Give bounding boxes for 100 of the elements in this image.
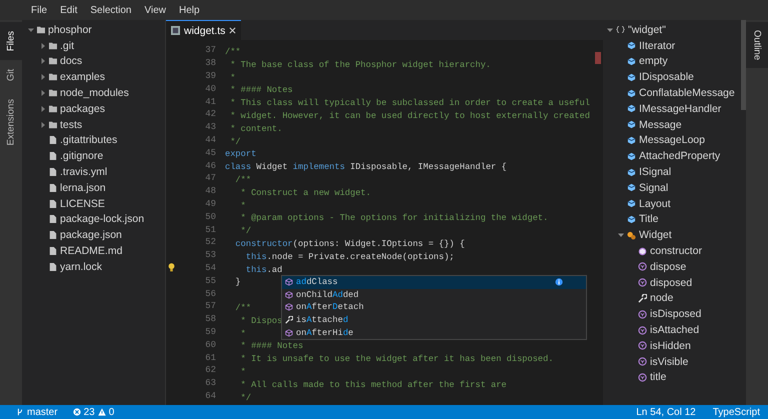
outline-item[interactable]: isVisible [650, 356, 688, 368]
menu-item[interactable]: File [31, 4, 48, 16]
line-number: 59 [204, 326, 216, 337]
outline-item[interactable]: IIterator [639, 40, 676, 52]
module-icon [627, 72, 636, 82]
code-line: * [229, 72, 236, 83]
close-icon[interactable] [229, 27, 236, 34]
sidebar-tab[interactable]: Files [0, 22, 22, 60]
file-tree-item[interactable]: lerna.json [60, 182, 106, 194]
outline-item[interactable]: IDisposable [639, 71, 694, 84]
code-line: /** [234, 174, 252, 185]
line-number: 47 [204, 173, 216, 184]
line-number: 53 [204, 250, 216, 260]
warning-count[interactable]: 0 [108, 406, 114, 418]
chevron-down-icon[interactable] [28, 26, 34, 33]
outline-item[interactable]: title [650, 371, 666, 384]
code-line: * [240, 328, 246, 339]
file-tree-item[interactable]: package.json [60, 229, 122, 242]
branch-name[interactable]: master [27, 406, 58, 418]
file-tree-item[interactable]: package-lock.json [60, 213, 144, 226]
wrench-icon [638, 294, 647, 303]
menu-item[interactable]: Edit [60, 4, 78, 16]
cube-icon [638, 341, 647, 350]
line-number: 38 [204, 58, 216, 68]
code-line: * #### Notes [240, 341, 304, 352]
outline-item[interactable]: constructor [650, 245, 702, 258]
file-tree-item[interactable]: node_modules [60, 87, 129, 100]
outline-item[interactable]: ISignal [639, 166, 672, 178]
cube-icon [285, 290, 293, 299]
file-tree-item[interactable]: docs [60, 55, 82, 68]
cube-icon [638, 357, 647, 366]
suggestion-item[interactable]: onAfterHide [282, 326, 586, 339]
menu-item[interactable]: Help [179, 4, 200, 16]
cursor-position[interactable]: Ln 54, Col 12 [636, 406, 696, 418]
outline-tab[interactable]: Outline [746, 22, 768, 68]
line-number: 49 [204, 198, 216, 209]
chevron-right-icon[interactable] [40, 90, 46, 96]
outline-item[interactable]: Widget [639, 229, 672, 242]
outline-item[interactable]: ConflatableMessage [639, 87, 735, 100]
outline-item[interactable]: AttachedProperty [639, 150, 720, 162]
code-line: * #### Notes [229, 85, 293, 96]
chevron-right-icon[interactable] [40, 74, 46, 80]
outline-item[interactable]: isDisposed [650, 308, 702, 320]
warning-icon [98, 408, 106, 416]
editor-tab[interactable]: widget.ts [166, 20, 242, 40]
cube-icon [638, 372, 647, 382]
code-line: this.node = Private.createNode(options); [244, 252, 454, 262]
chevron-right-icon[interactable] [40, 58, 46, 64]
chevron-right-icon[interactable] [40, 42, 46, 49]
language-mode[interactable]: TypeScript [712, 406, 760, 418]
outline-item[interactable]: Title [639, 213, 658, 226]
outline-item[interactable]: Layout [639, 198, 671, 210]
lightbulb-icon[interactable] [168, 263, 174, 272]
code-line: * [240, 200, 246, 211]
sidebar-tab[interactable]: Git [0, 60, 22, 90]
line-number: 54 [204, 262, 216, 273]
file-tree-item[interactable]: phosphor [48, 24, 92, 36]
file-tree-item[interactable]: .git [60, 40, 74, 52]
file-tree-item[interactable]: LICENSE [60, 198, 105, 210]
line-number: 45 [204, 148, 216, 158]
outline-item[interactable]: isAttached [650, 324, 700, 336]
outline-item[interactable]: MessageLoop [639, 134, 705, 146]
suggestion-item[interactable]: addClass [282, 276, 586, 289]
outline-item[interactable]: Signal [639, 182, 668, 194]
chevron-down-icon[interactable] [618, 232, 624, 238]
line-number: 56 [204, 288, 216, 299]
sidebar-tab[interactable]: Extensions [0, 90, 22, 155]
chevron-down-icon[interactable] [607, 26, 613, 33]
outline-item[interactable]: Message [639, 118, 682, 131]
outline-item[interactable]: isHidden [650, 340, 691, 352]
file-tree-item[interactable]: yarn.lock [60, 260, 102, 273]
file-tree-item[interactable]: .gitignore [60, 150, 104, 162]
outline-item[interactable]: "widget" [628, 24, 666, 36]
chevron-right-icon[interactable] [40, 106, 46, 112]
file-tree-item[interactable]: .travis.yml [60, 166, 108, 178]
file-tree-item[interactable]: examples [60, 71, 105, 84]
info-icon[interactable] [555, 278, 563, 286]
file-tree-item[interactable]: README.md [60, 245, 122, 258]
suggestion-item[interactable]: isAttached [282, 314, 586, 326]
module-icon [627, 120, 636, 130]
suggestion-item[interactable]: onAfterDetach [282, 301, 586, 314]
code-line: this.ad [244, 264, 282, 275]
outline-item[interactable]: node [650, 292, 674, 304]
chevron-right-icon[interactable] [40, 122, 46, 128]
file-tree-item[interactable]: packages [60, 102, 105, 115]
outline-item[interactable]: empty [639, 55, 668, 68]
line-number: 51 [204, 224, 216, 235]
menu-item[interactable]: Selection [90, 4, 132, 16]
outline-item[interactable]: disposed [650, 276, 692, 289]
scrollbar[interactable] [741, 20, 746, 110]
cube-icon [638, 326, 647, 335]
error-count[interactable]: 23 [84, 406, 95, 418]
outline-item[interactable]: dispose [650, 260, 686, 273]
cube-icon [638, 246, 647, 256]
outline-item[interactable]: IMessageHandler [639, 102, 722, 115]
line-number: 43 [204, 122, 216, 132]
suggestion-item[interactable]: onChildAdded [282, 288, 586, 302]
file-tree-item[interactable]: .gitattributes [60, 134, 118, 146]
file-tree-item[interactable]: tests [60, 118, 82, 131]
menu-item[interactable]: View [144, 4, 166, 16]
